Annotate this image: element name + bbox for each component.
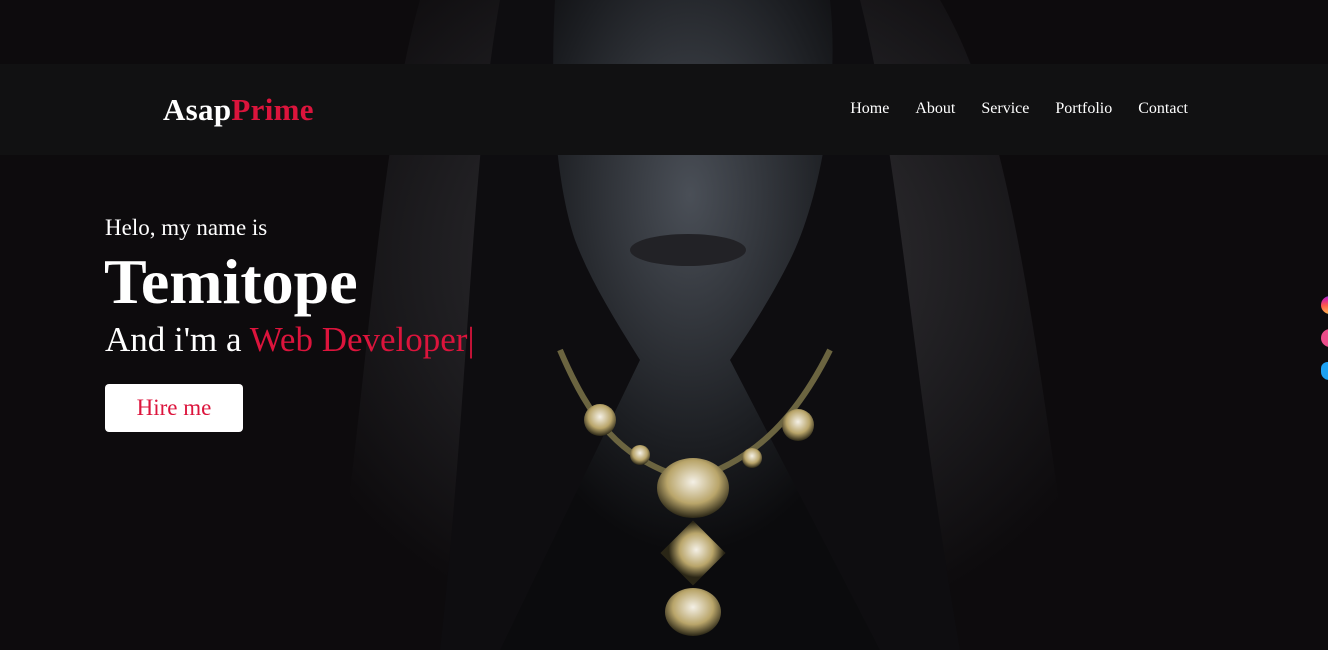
nav-link-portfolio[interactable]: Portfolio (1055, 100, 1112, 117)
nav-item-home: Home (850, 100, 889, 118)
brand-logo-first: Asap (163, 92, 232, 127)
hero-name: Temitope (104, 246, 358, 317)
nav-link-home[interactable]: Home (850, 100, 889, 117)
navbar: AsapPrime Home About Service Portfolio C… (0, 64, 1328, 155)
hero-intro: Helo, my name is Temitope And i'm a Web … (104, 213, 474, 432)
nav-link-about[interactable]: About (915, 100, 955, 117)
nav-item-contact: Contact (1138, 100, 1188, 118)
instagram-icon[interactable] (1321, 296, 1328, 314)
brand-logo[interactable]: AsapPrime (163, 92, 314, 128)
hero-role: And i'm a Web Developer| (105, 319, 474, 361)
typing-cursor: | (467, 320, 475, 359)
hero-greeting: Helo, my name is (105, 215, 268, 240)
hero-section: AsapPrime Home About Service Portfolio C… (0, 0, 1328, 650)
twitter-icon[interactable] (1321, 362, 1328, 380)
nav-link-contact[interactable]: Contact (1138, 100, 1188, 117)
hero-role-typed: Web Developer (249, 320, 468, 359)
nav-item-portfolio: Portfolio (1055, 100, 1112, 118)
nav-menu: Home About Service Portfolio Contact (850, 100, 1188, 118)
social-icons (1321, 296, 1328, 395)
hire-me-button[interactable]: Hire me (105, 384, 243, 432)
hero-role-prefix: And i'm a (105, 320, 250, 359)
nav-link-service[interactable]: Service (981, 100, 1029, 117)
nav-item-about: About (915, 100, 955, 118)
dribbble-icon[interactable] (1321, 329, 1328, 347)
brand-logo-second: Prime (231, 92, 314, 127)
nav-item-service: Service (981, 100, 1029, 118)
